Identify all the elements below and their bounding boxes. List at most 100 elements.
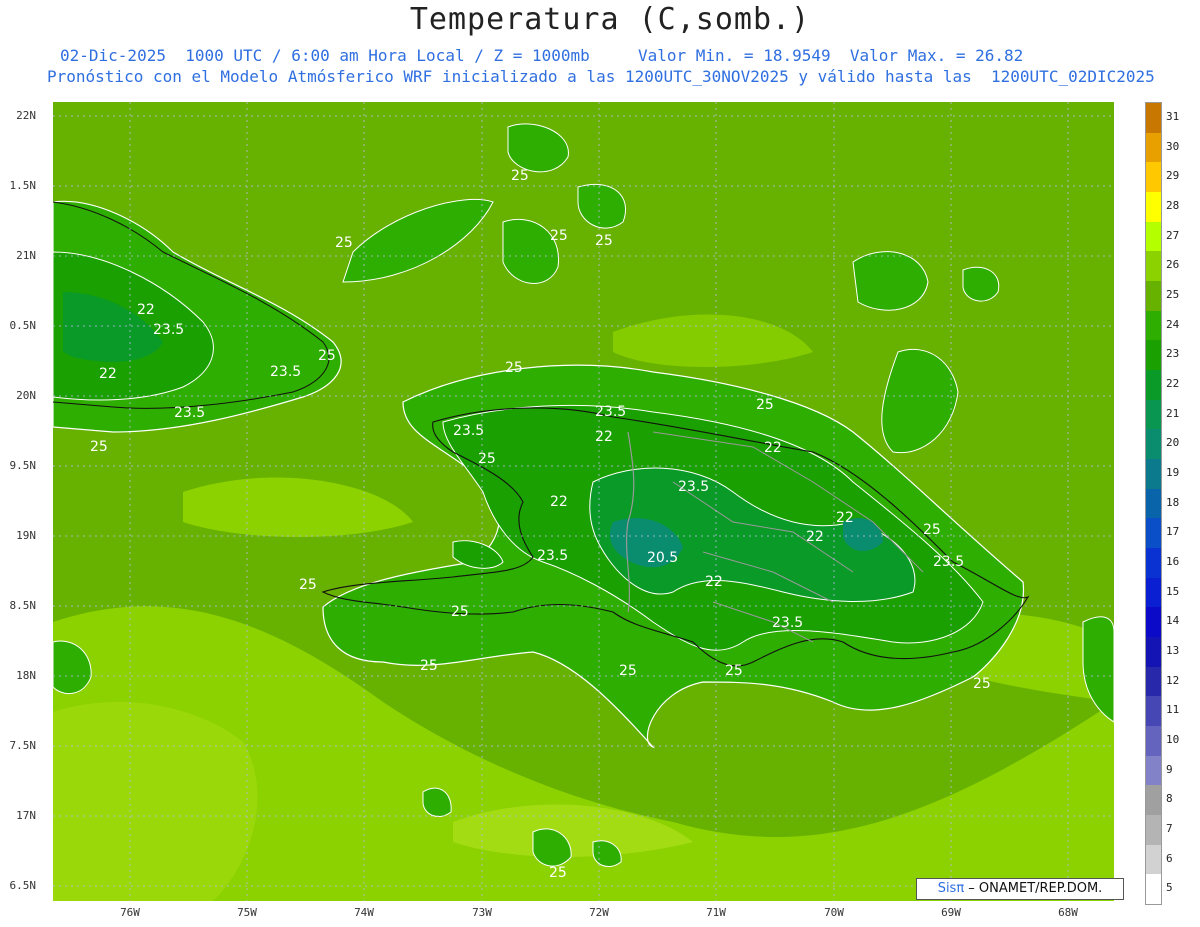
colorbar-segment — [1146, 251, 1161, 282]
bahamas-4 — [577, 183, 627, 229]
chart-title: Temperatura (C,somb.) — [409, 2, 811, 37]
lon-label: 71W — [706, 906, 726, 919]
colorbar-label: 23 — [1166, 347, 1180, 361]
contour-label: 23.5 — [153, 322, 184, 338]
warm-streak-2 — [613, 314, 813, 367]
lat-label: 9.5N — [9, 459, 37, 472]
contour-label: 23.5 — [933, 554, 964, 570]
colorbar-label: 5 — [1166, 881, 1173, 895]
colorbar-segment — [1146, 666, 1161, 697]
contour-label: 25 — [923, 522, 941, 538]
lon-label: 70W — [824, 906, 844, 919]
lat-label: 22N — [16, 109, 36, 122]
contour-label: 25 — [549, 865, 567, 881]
colorbar-segment — [1146, 637, 1161, 668]
colorbar-label: 26 — [1166, 258, 1180, 272]
lon-label: 76W — [120, 906, 140, 919]
lat-label: 19N — [16, 529, 36, 542]
contour-label: 23.5 — [270, 364, 301, 380]
temperature-map: 25 25 25 25 22 23.5 22 23.5 25 23.5 25 2… — [53, 102, 1114, 901]
colorbar-segment — [1146, 399, 1161, 430]
lon-label: 69W — [941, 906, 961, 919]
colorbar-segment — [1146, 429, 1161, 460]
contour-label: 23.5 — [678, 479, 709, 495]
colorbar-segment — [1146, 310, 1161, 341]
lat-label: 1.5N — [9, 179, 37, 192]
colorbar-segment — [1146, 221, 1161, 252]
colorbar-label: 14 — [1166, 614, 1180, 628]
contour-label: 25 — [505, 360, 523, 376]
contour-label: 25 — [619, 663, 637, 679]
colorbar-segment — [1146, 696, 1161, 727]
colorbar-segment — [1146, 192, 1161, 223]
colorbar-segment — [1146, 162, 1161, 193]
contour-label: 20.5 — [647, 550, 678, 566]
colorbar-label: 18 — [1166, 495, 1180, 509]
colorbar-label: 17 — [1166, 525, 1180, 539]
colorbar-label: 28 — [1166, 198, 1180, 212]
contour-label: 22 — [595, 429, 613, 445]
contour-label: 25 — [550, 228, 568, 244]
contour-label: 22 — [137, 302, 155, 318]
colorbar — [1145, 102, 1162, 905]
east-bank — [881, 348, 959, 454]
contour-label: 22 — [550, 494, 568, 510]
colorbar-segment — [1146, 132, 1161, 163]
warm-field-southwest — [53, 702, 258, 901]
turks-caicos — [852, 251, 929, 311]
contour-label: 25 — [595, 233, 613, 249]
colorbar-label: 7 — [1166, 821, 1173, 835]
colorbar-segment — [1146, 755, 1161, 786]
colorbar-label: 12 — [1166, 673, 1180, 687]
credit-box: Sisπ – ONAMET/REP.DOM. — [916, 878, 1124, 900]
colorbar-segment — [1146, 785, 1161, 816]
lat-label: 17N — [16, 809, 36, 822]
colorbar-segment — [1146, 488, 1161, 519]
colorbar-segment — [1146, 103, 1161, 134]
colorbar-segment — [1146, 340, 1161, 371]
contour-label: 25 — [420, 658, 438, 674]
lat-label: 20N — [16, 389, 36, 402]
colorbar-label: 19 — [1166, 465, 1180, 479]
puerto-rico-edge — [1082, 616, 1114, 723]
colorbar-segment — [1146, 518, 1161, 549]
colorbar-segment — [1146, 815, 1161, 846]
colorbar-segment — [1146, 874, 1161, 905]
contour-label: 22 — [705, 574, 723, 590]
lat-label: 21N — [16, 249, 36, 262]
colorbar-label: 27 — [1166, 228, 1180, 242]
colorbar-label: 8 — [1166, 792, 1173, 806]
contour-label: 25 — [335, 235, 353, 251]
credit-brand: Sisπ — [937, 881, 965, 896]
lon-label: 72W — [589, 906, 609, 919]
contour-label: 25 — [511, 168, 529, 184]
contour-label: 25 — [725, 663, 743, 679]
lon-label: 75W — [237, 906, 257, 919]
contour-label: 22 — [806, 529, 824, 545]
colorbar-label: 13 — [1166, 643, 1180, 657]
contour-label: 25 — [90, 439, 108, 455]
colorbar-segment — [1146, 607, 1161, 638]
contour-label: 25 — [299, 577, 317, 593]
contour-label: 23.5 — [537, 548, 568, 564]
warm-streak-1 — [183, 477, 413, 537]
lat-label: 0.5N — [9, 319, 37, 332]
colorbar-label: 31 — [1166, 109, 1180, 123]
bahamas-2 — [507, 123, 569, 173]
contour-label: 25 — [756, 397, 774, 413]
colorbar-label: 24 — [1166, 317, 1180, 331]
credit-text: – ONAMET/REP.DOM. — [964, 881, 1103, 896]
lon-label: 74W — [354, 906, 374, 919]
contour-label: 23.5 — [174, 405, 205, 421]
warm-streak-3 — [453, 804, 693, 857]
colorbar-label: 9 — [1166, 762, 1173, 776]
contour-label: 23.5 — [453, 423, 484, 439]
colorbar-label: 22 — [1166, 376, 1180, 390]
colorbar-label: 10 — [1166, 732, 1180, 746]
lon-label: 73W — [472, 906, 492, 919]
contour-label: 25 — [451, 604, 469, 620]
colorbar-label: 16 — [1166, 554, 1180, 568]
contour-label: 25 — [973, 676, 991, 692]
lat-label: 8.5N — [9, 599, 37, 612]
lon-label: 68W — [1058, 906, 1078, 919]
